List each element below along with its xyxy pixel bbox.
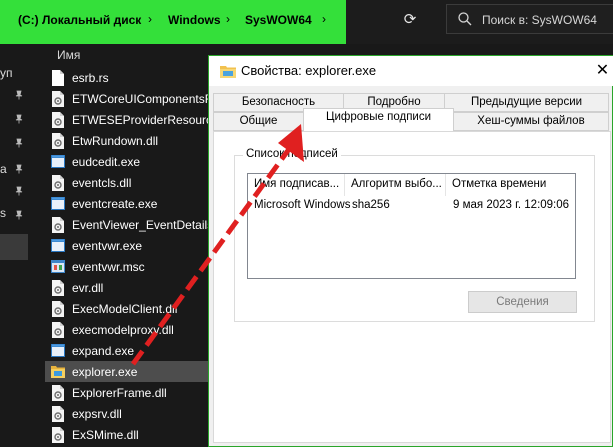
file-name[interactable]: EtwRundown.dll — [72, 134, 158, 148]
cell-signer[interactable]: Microsoft Windows — [254, 199, 351, 211]
msc-icon — [51, 260, 65, 273]
refresh-icon[interactable]: ⟳ — [395, 0, 425, 40]
file-name[interactable]: eventvwr.exe — [72, 239, 142, 253]
breadcrumb-drive[interactable]: (C:) Локальный диск — [18, 13, 141, 27]
pin-icon[interactable] — [14, 210, 24, 220]
file-row[interactable]: eudcedit.exe — [45, 151, 210, 172]
file-row[interactable]: execmodelproxy.dll — [45, 319, 210, 340]
breadcrumb[interactable]: (C:) Локальный диск › Windows › SysWOW64… — [0, 0, 346, 44]
close-icon[interactable]: ✕ — [591, 58, 613, 84]
dll-icon — [52, 322, 64, 338]
group-label: Список подписей — [243, 148, 341, 160]
navigation-pane: уп а s — [0, 44, 28, 447]
cell-timestamp[interactable]: 9 мая 2023 г. 12:09:06 — [453, 199, 569, 211]
file-row[interactable]: eventvwr.exe — [45, 235, 210, 256]
nav-item-fragment[interactable]: а — [0, 162, 7, 176]
dll-icon — [52, 112, 64, 128]
tab-previous-versions[interactable]: Предыдущие версии — [444, 93, 609, 112]
folder-app-icon — [51, 366, 65, 378]
signature-list[interactable]: Имя подписав... Алгоритм выбо... Отметка… — [247, 173, 576, 279]
file-name[interactable]: ExplorerFrame.dll — [72, 386, 167, 400]
file-row[interactable]: ExSMime.dll — [45, 424, 210, 445]
pin-icon[interactable] — [14, 114, 24, 124]
file-name[interactable]: EventViewer_EventDetails.dll — [72, 218, 229, 232]
chevron-right-icon[interactable]: › — [322, 12, 326, 26]
breadcrumb-windows[interactable]: Windows — [168, 13, 221, 27]
nav-item-fragment[interactable]: уп — [0, 66, 13, 80]
tab-panel: Список подписей Имя подписав... Алгоритм… — [213, 131, 611, 443]
file-row[interactable]: eventcreate.exe — [45, 193, 210, 214]
dll-icon — [52, 91, 64, 107]
dll-icon — [52, 427, 64, 443]
pin-icon[interactable] — [14, 138, 24, 148]
file-row[interactable]: expand.exe — [45, 340, 210, 361]
file-row[interactable]: esrb.rs — [45, 67, 210, 88]
file-name[interactable]: ExecModelClient.dll — [72, 302, 177, 316]
dialog-titlebar[interactable]: Свойства: explorer.exe ✕ — [209, 56, 613, 86]
tab-hashes[interactable]: Хеш-суммы файлов — [453, 112, 609, 131]
chevron-right-icon[interactable]: › — [148, 12, 152, 26]
file-name[interactable]: esrb.rs — [72, 71, 109, 85]
dll-icon — [52, 280, 64, 296]
file-row[interactable]: expsrv.dll — [45, 403, 210, 424]
file-name[interactable]: eventcls.dll — [72, 176, 131, 190]
details-button[interactable]: Сведения — [468, 291, 577, 313]
file-name[interactable]: eventcreate.exe — [72, 197, 157, 211]
column-header-name[interactable]: Имя — [57, 48, 80, 62]
file-row[interactable]: ExecModelClient.dll — [45, 298, 210, 319]
properties-dialog: Свойства: explorer.exe ✕ Безопасность По… — [208, 55, 613, 447]
file-name[interactable]: evr.dll — [72, 281, 103, 295]
file-row[interactable]: ExplorerFrame.dll — [45, 382, 210, 403]
cell-algorithm[interactable]: sha256 — [352, 199, 390, 211]
pin-icon[interactable] — [14, 186, 24, 196]
file-list: Имя esrb.rs ETWCoreUIComponentsResources.… — [45, 44, 277, 447]
exe-icon — [51, 155, 65, 168]
pin-icon[interactable] — [14, 164, 24, 174]
file-name[interactable]: explorer.exe — [72, 365, 137, 379]
nav-item-selected[interactable] — [0, 234, 28, 260]
file-name[interactable]: eudcedit.exe — [72, 155, 140, 169]
file-row[interactable]: eventcls.dll — [45, 172, 210, 193]
file-row[interactable]: evr.dll — [45, 277, 210, 298]
column-header-algorithm[interactable]: Алгоритм выбо... — [345, 174, 446, 196]
dialog-title: Свойства: explorer.exe — [241, 63, 377, 78]
signature-list-group: Список подписей Имя подписав... Алгоритм… — [234, 148, 595, 322]
file-name[interactable]: execmodelproxy.dll — [72, 323, 174, 337]
file-row[interactable]: ETWCoreUIComponentsResources.dll — [45, 88, 277, 109]
exe-icon — [51, 239, 65, 252]
file-row[interactable]: explorer.exe — [45, 361, 210, 382]
folder-app-icon — [220, 66, 236, 78]
file-row[interactable]: EventViewer_EventDetails.dll — [45, 214, 229, 235]
tab-general[interactable]: Общие — [213, 112, 304, 131]
file-name[interactable]: ExSMime.dll — [72, 428, 139, 442]
breadcrumb-syswow64[interactable]: SysWOW64 — [245, 13, 312, 27]
file-icon — [52, 70, 64, 86]
column-header-signer[interactable]: Имя подписав... — [248, 174, 345, 196]
dll-icon — [52, 301, 64, 317]
exe-icon — [51, 344, 65, 357]
chevron-right-icon[interactable]: › — [226, 12, 230, 26]
file-row[interactable]: ETWESEProviderResources.dll — [45, 109, 240, 130]
pin-icon[interactable] — [14, 90, 24, 100]
dll-icon — [52, 133, 64, 149]
nav-item-fragment[interactable]: s — [0, 206, 6, 220]
search-placeholder: Поиск в: SysWOW64 — [482, 13, 597, 27]
file-row[interactable]: EtwRundown.dll — [45, 130, 210, 151]
tab-digital-signatures[interactable]: Цифровые подписи — [303, 108, 454, 132]
dll-icon — [52, 385, 64, 401]
dll-icon — [52, 217, 64, 233]
dll-icon — [52, 406, 64, 422]
file-name[interactable]: expsrv.dll — [72, 407, 122, 421]
dll-icon — [52, 175, 64, 191]
exe-icon — [51, 197, 65, 210]
search-input[interactable]: Поиск в: SysWOW64 — [446, 4, 613, 34]
column-header-timestamp[interactable]: Отметка времени — [446, 174, 575, 196]
file-name[interactable]: expand.exe — [72, 344, 134, 358]
file-name[interactable]: eventvwr.msc — [72, 260, 145, 274]
search-icon — [458, 12, 472, 26]
file-row[interactable]: eventvwr.msc — [45, 256, 210, 277]
